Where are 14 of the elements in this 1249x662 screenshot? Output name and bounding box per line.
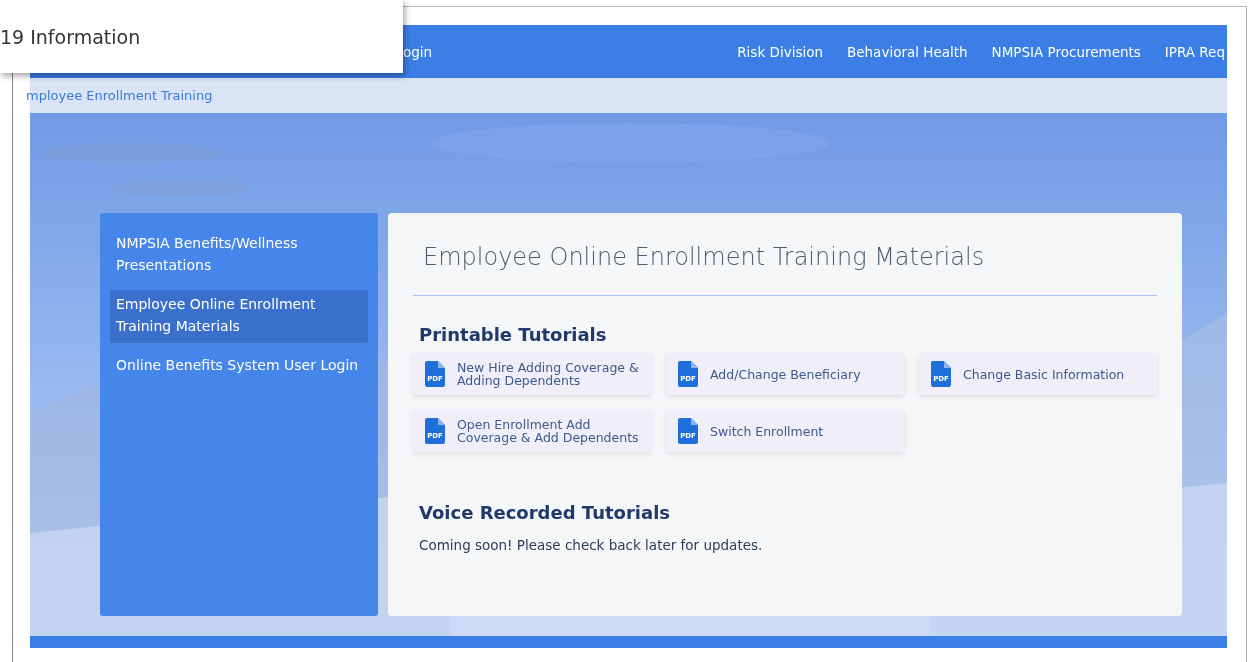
breadcrumb-link[interactable]: mployee Enrollment Training xyxy=(26,88,213,103)
popup-text[interactable]: 19 Information xyxy=(0,25,141,48)
nav-link[interactable]: Behavioral Health xyxy=(847,43,968,60)
section-text: Coming soon! Please check back later for updates. xyxy=(419,537,764,553)
sidebar-item[interactable]: Online Benefits System User Login xyxy=(110,351,368,382)
nav-link[interactable]: ogin xyxy=(403,43,433,60)
section-heading: Voice Recorded Tutorials xyxy=(419,502,671,523)
sidebar-item[interactable]: NMPSIA Benefits/Wellness Presentations xyxy=(110,229,368,282)
nav-link[interactable]: NMPSIA Procurements xyxy=(991,43,1141,60)
page-title: Employee Online Enrollment Training Materials xyxy=(423,243,986,273)
sidebar-item[interactable]: Employee Online Enrollment Training Materials xyxy=(110,290,368,343)
section-heading: Printable Tutorials xyxy=(419,324,608,345)
nav-link[interactable]: IPRA Req xyxy=(1164,43,1225,60)
nav-link[interactable]: Risk Division xyxy=(737,43,823,60)
